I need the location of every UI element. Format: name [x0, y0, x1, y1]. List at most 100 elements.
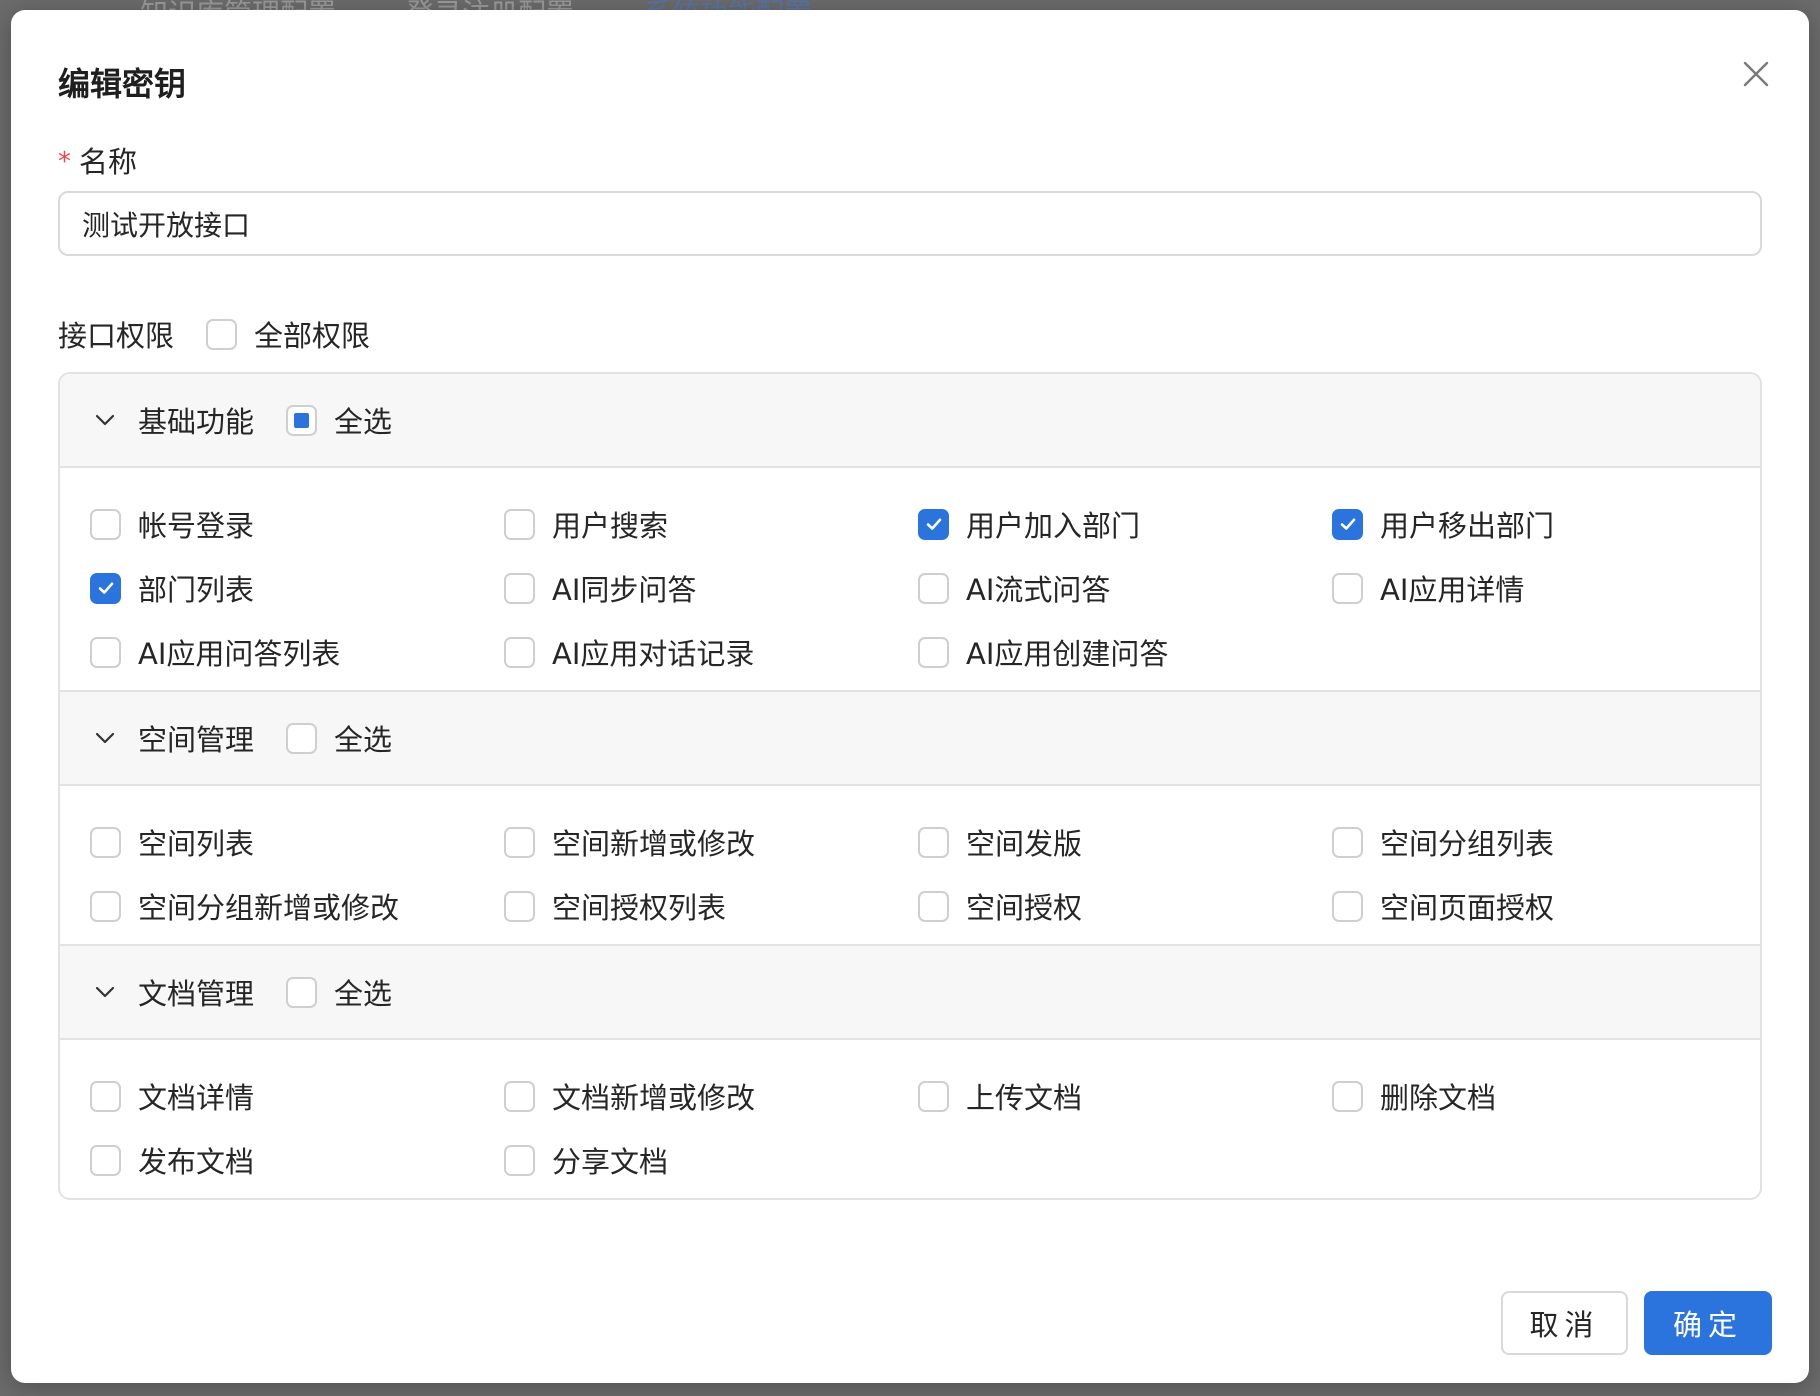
permission-checkbox[interactable]: 文档详情: [90, 1076, 504, 1116]
checkbox-box[interactable]: [1332, 826, 1363, 858]
permission-checkbox[interactable]: 用户移出部门: [1332, 504, 1746, 544]
permission-checkbox[interactable]: AI流式问答: [918, 568, 1332, 608]
check-icon: [1340, 518, 1355, 530]
select-all-checkbox[interactable]: 全选: [286, 971, 392, 1013]
checkbox-box[interactable]: [504, 636, 535, 668]
checkbox-box[interactable]: [1332, 1080, 1363, 1112]
permission-checkbox[interactable]: 部门列表: [90, 568, 504, 608]
permission-checkbox[interactable]: 帐号登录: [90, 504, 504, 544]
checkbox-box[interactable]: [90, 1144, 121, 1176]
permission-label: 空间分组新增或修改: [138, 891, 400, 925]
checkbox-box[interactable]: [918, 890, 949, 922]
permission-checkbox[interactable]: AI应用问答列表: [90, 632, 504, 672]
confirm-button[interactable]: 确定: [1644, 1291, 1772, 1355]
permission-group: 基础功能 全选帐号登录 用户搜索 用户加入部门 用户移出部门部门列表 AI同步问答 AI流式…: [60, 374, 1760, 692]
group-header[interactable]: 空间管理 全选: [60, 692, 1760, 786]
checkbox-box[interactable]: [90, 890, 121, 922]
permission-label: AI应用问答列表: [138, 637, 341, 671]
permission-groups: 基础功能 全选帐号登录 用户搜索 用户加入部门 用户移出部门部门列表 AI同步问答 AI流式…: [58, 372, 1762, 1200]
permission-label: 帐号登录: [138, 509, 255, 543]
permission-label: AI同步问答: [552, 573, 697, 607]
permission-checkbox[interactable]: 空间授权: [918, 886, 1332, 926]
collapse-toggle[interactable]: [90, 977, 120, 1007]
modal-title: 编辑密钥: [58, 65, 187, 103]
checkbox-box[interactable]: [286, 404, 318, 436]
checkbox-box[interactable]: [90, 508, 121, 540]
permission-label: 部门列表: [138, 573, 255, 607]
checkbox-box[interactable]: [504, 1080, 535, 1112]
permission-label: 发布文档: [138, 1145, 255, 1179]
checkbox-box[interactable]: [286, 976, 318, 1008]
select-all-label: 全选: [334, 723, 393, 757]
permission-checkbox[interactable]: 空间发版: [918, 822, 1332, 862]
checkbox-box[interactable]: [918, 1080, 949, 1112]
permission-checkbox[interactable]: 上传文档: [918, 1076, 1332, 1116]
permission-checkbox[interactable]: 删除文档: [1332, 1076, 1746, 1116]
checkbox-box[interactable]: [504, 890, 535, 922]
checkbox-box[interactable]: [918, 508, 949, 540]
checkbox-box[interactable]: [918, 636, 949, 668]
checkbox-box[interactable]: [504, 508, 535, 540]
chevron-down-icon: [95, 732, 115, 744]
group-header[interactable]: 文档管理 全选: [60, 946, 1760, 1040]
permission-checkbox[interactable]: 文档新增或修改: [504, 1076, 918, 1116]
select-all-checkbox[interactable]: 全选: [286, 717, 392, 759]
chevron-down-icon: [95, 414, 115, 426]
checkbox-box[interactable]: [504, 1144, 535, 1176]
modal-footer: 取消 确定: [1501, 1291, 1772, 1355]
permission-checkbox[interactable]: 空间分组列表: [1332, 822, 1746, 862]
close-button[interactable]: [1732, 50, 1780, 98]
permission-label: AI应用详情: [1380, 573, 1525, 607]
group-header[interactable]: 基础功能 全选: [60, 374, 1760, 468]
checkbox-box[interactable]: [90, 826, 121, 858]
permission-checkbox[interactable]: 用户加入部门: [918, 504, 1332, 544]
permission-label: 文档详情: [138, 1081, 255, 1115]
permission-label: 上传文档: [966, 1081, 1083, 1115]
permission-label: AI流式问答: [966, 573, 1111, 607]
permission-checkbox[interactable]: 空间分组新增或修改: [90, 886, 504, 926]
permission-label: 空间授权列表: [552, 891, 727, 925]
permission-checkbox[interactable]: 用户搜索: [504, 504, 918, 544]
chevron-down-icon: [95, 986, 115, 998]
checkbox-box[interactable]: [90, 636, 121, 668]
permission-checkbox[interactable]: AI应用详情: [1332, 568, 1746, 608]
permission-label: 删除文档: [1380, 1081, 1497, 1115]
checkbox-box[interactable]: [90, 572, 121, 604]
collapse-toggle[interactable]: [90, 405, 120, 435]
interface-permission-label: 接口权限: [58, 319, 175, 353]
select-all-label: 全选: [334, 405, 393, 439]
checkbox-box[interactable]: [1332, 890, 1363, 922]
group-body: 文档详情 文档新增或修改 上传文档 删除文档发布文档 分享文档: [60, 1040, 1760, 1198]
permission-checkbox[interactable]: 空间授权列表: [504, 886, 918, 926]
permission-label: 空间分组列表: [1380, 827, 1555, 861]
checkbox-box[interactable]: [1332, 508, 1363, 540]
checkbox-box[interactable]: [90, 1080, 121, 1112]
permission-label: 用户搜索: [552, 509, 669, 543]
name-field-label: * 名称: [58, 142, 137, 182]
checkbox-box[interactable]: [918, 826, 949, 858]
permission-label: AI应用对话记录: [552, 637, 755, 671]
checkbox-box[interactable]: [918, 572, 949, 604]
permission-checkbox[interactable]: AI应用对话记录: [504, 632, 918, 672]
permission-checkbox[interactable]: 空间页面授权: [1332, 886, 1746, 926]
checkbox-box[interactable]: [504, 572, 535, 604]
checkbox-box[interactable]: [206, 318, 238, 350]
cancel-button[interactable]: 取消: [1501, 1291, 1628, 1355]
permission-grid: 文档详情 文档新增或修改 上传文档 删除文档发布文档 分享文档: [90, 1076, 1760, 1180]
permission-checkbox[interactable]: 发布文档: [90, 1140, 504, 1180]
permission-checkbox[interactable]: AI应用创建问答: [918, 632, 1332, 672]
permission-checkbox[interactable]: AI同步问答: [504, 568, 918, 608]
select-all-checkbox[interactable]: 全选: [286, 399, 392, 441]
close-icon: [1743, 61, 1769, 87]
checkbox-box[interactable]: [286, 722, 318, 754]
checkbox-box[interactable]: [504, 826, 535, 858]
checkbox-box[interactable]: [1332, 572, 1363, 604]
permission-label: 空间页面授权: [1380, 891, 1555, 925]
permission-checkbox[interactable]: 分享文档: [504, 1140, 918, 1180]
permission-grid: 空间列表 空间新增或修改 空间发版 空间分组列表空间分组新增或修改 空间授权列表 空间授权…: [90, 822, 1760, 926]
collapse-toggle[interactable]: [90, 723, 120, 753]
all-permissions-checkbox[interactable]: 全部权限: [206, 313, 370, 355]
permission-checkbox[interactable]: 空间新增或修改: [504, 822, 918, 862]
permission-checkbox[interactable]: 空间列表: [90, 822, 504, 862]
name-input[interactable]: [58, 191, 1762, 256]
